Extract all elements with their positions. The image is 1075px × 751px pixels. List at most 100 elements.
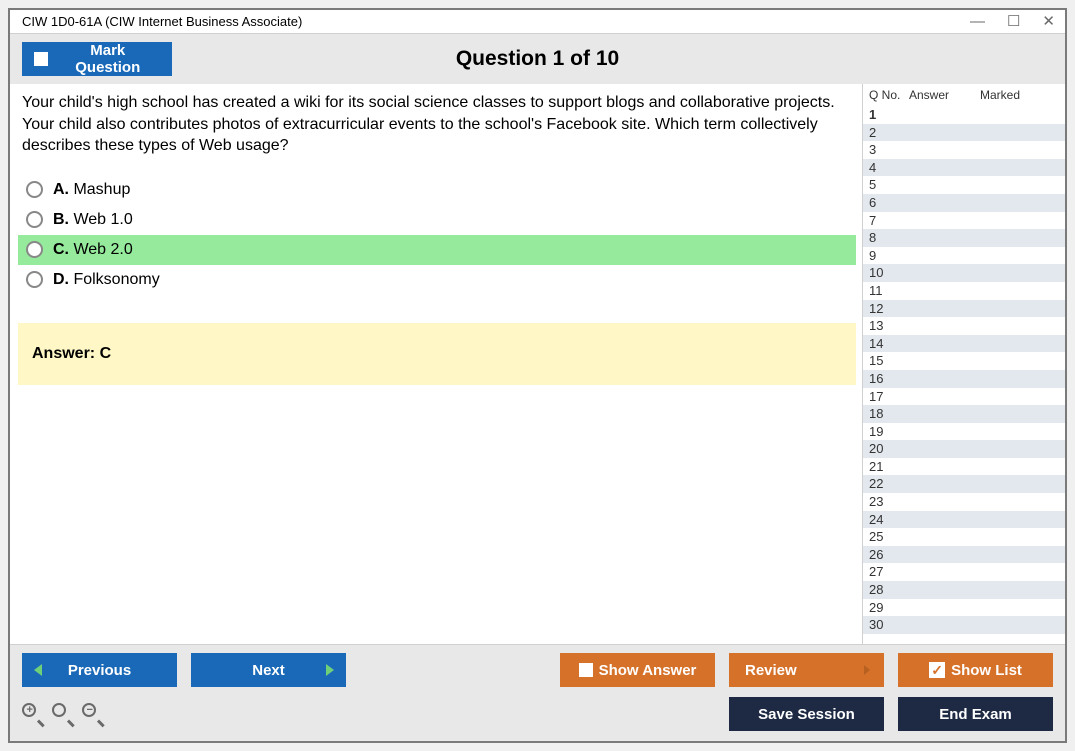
qlist-row[interactable]: 23 xyxy=(863,493,1065,511)
radio-icon[interactable] xyxy=(26,211,43,228)
previous-button[interactable]: Previous xyxy=(22,653,177,687)
option-d[interactable]: D. Folksonomy xyxy=(18,265,856,295)
review-button[interactable]: Review xyxy=(729,653,884,687)
option-c[interactable]: C. Web 2.0 xyxy=(18,235,856,265)
question-list[interactable]: 1234567891011121314151617181920212223242… xyxy=(863,106,1065,644)
qlist-row[interactable]: 22 xyxy=(863,475,1065,493)
qlist-qno: 4 xyxy=(869,159,909,177)
save-session-button[interactable]: Save Session xyxy=(729,697,884,731)
qlist-row[interactable]: 3 xyxy=(863,141,1065,159)
previous-label: Previous xyxy=(68,662,131,679)
option-b[interactable]: B. Web 1.0 xyxy=(18,205,856,235)
qlist-row[interactable]: 18 xyxy=(863,405,1065,423)
option-text: D. Folksonomy xyxy=(53,271,160,289)
qlist-row[interactable]: 7 xyxy=(863,212,1065,230)
qlist-qno: 2 xyxy=(869,124,909,142)
qlist-qno: 19 xyxy=(869,423,909,441)
qlist-row[interactable]: 27 xyxy=(863,563,1065,581)
qlist-answer xyxy=(909,229,987,247)
qlist-marked xyxy=(987,599,1065,617)
qlist-answer xyxy=(909,159,987,177)
bottom-bar: Previous Next Show Answer Review ✓ Show … xyxy=(10,645,1065,741)
content-area: Your child's high school has created a w… xyxy=(10,84,1065,645)
qlist-answer xyxy=(909,440,987,458)
qlist-answer xyxy=(909,352,987,370)
save-session-label: Save Session xyxy=(758,706,855,723)
qlist-answer xyxy=(909,581,987,599)
show-answer-button[interactable]: Show Answer xyxy=(560,653,715,687)
qlist-marked xyxy=(987,546,1065,564)
qlist-qno: 21 xyxy=(869,458,909,476)
qlist-row[interactable]: 15 xyxy=(863,352,1065,370)
qlist-row[interactable]: 4 xyxy=(863,159,1065,177)
mark-question-button[interactable]: Mark Question xyxy=(22,42,172,76)
zoom-controls: + − xyxy=(22,703,104,725)
bottom-row-nav: Previous Next Show Answer Review ✓ Show … xyxy=(22,653,1053,687)
qlist-row[interactable]: 28 xyxy=(863,581,1065,599)
qlist-marked xyxy=(987,141,1065,159)
qlist-qno: 29 xyxy=(869,599,909,617)
show-answer-label: Show Answer xyxy=(599,662,697,679)
qlist-row[interactable]: 14 xyxy=(863,335,1065,353)
qlist-row[interactable]: 16 xyxy=(863,370,1065,388)
app-window: CIW 1D0-61A (CIW Internet Business Assoc… xyxy=(8,8,1067,743)
qlist-answer xyxy=(909,282,987,300)
qlist-qno: 6 xyxy=(869,194,909,212)
qlist-row[interactable]: 30 xyxy=(863,616,1065,634)
qlist-answer xyxy=(909,335,987,353)
qlist-qno: 1 xyxy=(869,106,909,124)
qlist-answer xyxy=(909,405,987,423)
qlist-qno: 26 xyxy=(869,546,909,564)
qlist-marked xyxy=(987,300,1065,318)
qlist-row[interactable]: 25 xyxy=(863,528,1065,546)
qlist-qno: 25 xyxy=(869,528,909,546)
qlist-qno: 7 xyxy=(869,212,909,230)
radio-icon[interactable] xyxy=(26,181,43,198)
option-text: B. Web 1.0 xyxy=(53,211,133,229)
qlist-row[interactable]: 11 xyxy=(863,282,1065,300)
radio-icon[interactable] xyxy=(26,271,43,288)
qlist-row[interactable]: 9 xyxy=(863,247,1065,265)
show-list-label: Show List xyxy=(951,662,1022,679)
qlist-qno: 8 xyxy=(869,229,909,247)
qlist-row[interactable]: 20 xyxy=(863,440,1065,458)
show-list-button[interactable]: ✓ Show List xyxy=(898,653,1053,687)
qlist-row[interactable]: 2 xyxy=(863,124,1065,142)
qlist-row[interactable]: 13 xyxy=(863,317,1065,335)
caret-right-icon xyxy=(864,665,870,675)
bottom-row-session: + − Save Session End Exam xyxy=(22,697,1053,731)
qlist-row[interactable]: 5 xyxy=(863,176,1065,194)
qlist-row[interactable]: 24 xyxy=(863,511,1065,529)
qlist-answer xyxy=(909,528,987,546)
zoom-icon[interactable] xyxy=(52,703,74,725)
qlist-row[interactable]: 26 xyxy=(863,546,1065,564)
qlist-row[interactable]: 29 xyxy=(863,599,1065,617)
qlist-answer xyxy=(909,423,987,441)
maximize-icon[interactable]: ☐ xyxy=(1007,14,1020,29)
qlist-row[interactable]: 1 xyxy=(863,106,1065,124)
qlist-row[interactable]: 10 xyxy=(863,264,1065,282)
qlist-marked xyxy=(987,581,1065,599)
close-icon[interactable]: ✕ xyxy=(1042,14,1055,29)
chevron-left-icon xyxy=(34,664,42,676)
qlist-marked xyxy=(987,440,1065,458)
next-button[interactable]: Next xyxy=(191,653,346,687)
qlist-row[interactable]: 19 xyxy=(863,423,1065,441)
qlist-row[interactable]: 21 xyxy=(863,458,1065,476)
qlist-answer xyxy=(909,247,987,265)
zoom-in-icon[interactable]: + xyxy=(22,703,44,725)
option-a[interactable]: A. Mashup xyxy=(18,175,856,205)
qlist-row[interactable]: 6 xyxy=(863,194,1065,212)
qlist-row[interactable]: 17 xyxy=(863,388,1065,406)
qlist-row[interactable]: 12 xyxy=(863,300,1065,318)
qlist-qno: 18 xyxy=(869,405,909,423)
qlist-qno: 27 xyxy=(869,563,909,581)
qlist-qno: 11 xyxy=(869,282,909,300)
qlist-answer xyxy=(909,546,987,564)
minimize-icon[interactable]: — xyxy=(970,14,985,29)
zoom-out-icon[interactable]: − xyxy=(82,703,104,725)
end-exam-button[interactable]: End Exam xyxy=(898,697,1053,731)
end-exam-label: End Exam xyxy=(939,706,1012,723)
qlist-row[interactable]: 8 xyxy=(863,229,1065,247)
radio-icon[interactable] xyxy=(26,241,43,258)
